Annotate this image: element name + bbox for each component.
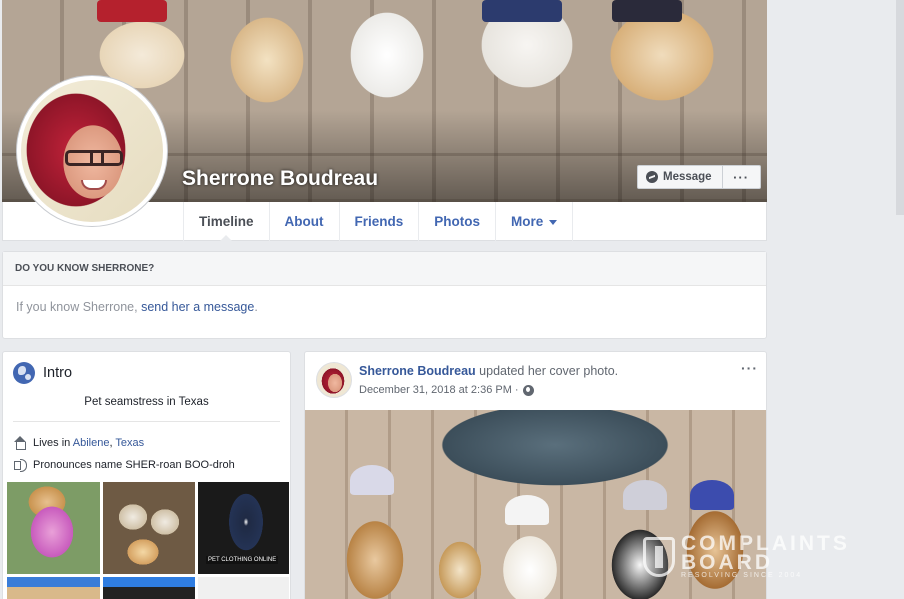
intro-title: Intro [13,362,72,384]
know-card-heading: DO YOU KNOW SHERRONE? [3,252,766,286]
photo-thumbnail[interactable] [7,577,100,599]
tab-photos[interactable]: Photos [419,202,497,241]
dog-bow-tie [612,0,682,22]
divider [13,421,280,422]
post-author-avatar[interactable] [316,362,352,398]
shield-icon [643,536,675,577]
post-header: Sherrone Boudreau updated her cover phot… [359,364,618,378]
watermark-line2: BOARD [681,551,773,574]
party-hat [623,480,667,510]
tab-timeline[interactable]: Timeline [184,202,270,242]
complaints-board-watermark: COMPLAINTS BOARD RESOLVING SINCE 2004 [643,533,850,579]
photo-thumbnail[interactable] [103,482,195,574]
tab-friends[interactable]: Friends [340,202,420,241]
party-hat [350,465,394,495]
photo-caption: PET CLOTHING ONLINE [206,556,279,564]
intro-pronunciation: Pronounces name SHER-roan BOO-droh [13,458,235,472]
know-card-body: If you know Sherrone, send her a message… [3,286,766,328]
glasses-graphic [65,150,123,166]
page-scrollbar[interactable] [768,0,904,599]
pronunciation-text: Pronounces name SHER-roan BOO-droh [33,458,235,471]
party-hat [505,495,549,525]
intro-title-label: Intro [43,365,73,381]
dog-bow-tie [482,0,562,22]
intro-card: Intro Pet seamstress in Texas Lives in A… [2,351,291,599]
state-link[interactable]: Texas [115,437,144,449]
intro-bio: Pet seamstress in Texas [84,396,209,408]
photo-thumbnail[interactable] [7,482,100,574]
dog-bow-tie [97,0,167,22]
post-options-button[interactable]: ··· [741,360,758,376]
tab-more-label: More [511,214,544,229]
send-message-link[interactable]: send her a message [141,300,254,314]
globe-icon [13,362,35,384]
profile-actions: Message ··· [637,165,761,189]
watermark-tagline: RESOLVING SINCE 2004 [681,572,803,579]
know-person-card: DO YOU KNOW SHERRONE? If you know Sherro… [2,251,767,339]
messenger-icon [646,171,658,183]
profile-avatar [21,80,163,222]
caret-down-icon [549,220,558,225]
profile-more-button[interactable]: ··· [722,165,761,189]
photo-thumbnail[interactable] [103,577,195,599]
message-button[interactable]: Message [637,165,723,189]
profile-picture[interactable] [16,75,168,227]
public-audience-icon[interactable] [522,384,534,396]
lives-in-text: Lives in [33,436,73,449]
photo-thumbnail[interactable] [198,577,289,599]
speaker-icon[interactable] [13,458,27,472]
message-button-label: Message [663,171,712,183]
scrollbar-thumb[interactable] [896,0,904,215]
post-author-link[interactable]: Sherrone Boudreau [359,364,476,378]
tab-about[interactable]: About [270,202,340,241]
photo-thumbnail[interactable]: PET CLOTHING ONLINE [198,482,289,574]
know-card-text: If you know Sherrone, [16,300,142,314]
intro-lives-in: Lives in Abilene, Texas [13,436,144,450]
post-timestamp[interactable]: December 31, 2018 at 2:36 PM · [359,384,519,396]
city-link[interactable]: Abilene [73,437,110,449]
home-icon [13,436,27,450]
post-action-text: updated her cover photo. [475,364,619,378]
know-card-period: . [254,300,258,314]
party-hat [690,480,734,510]
tab-more[interactable]: More [496,202,574,241]
smile-graphic [81,180,107,190]
profile-name[interactable]: Sherrone Boudreau [182,167,378,191]
post-meta: December 31, 2018 at 2:36 PM · [359,384,534,396]
